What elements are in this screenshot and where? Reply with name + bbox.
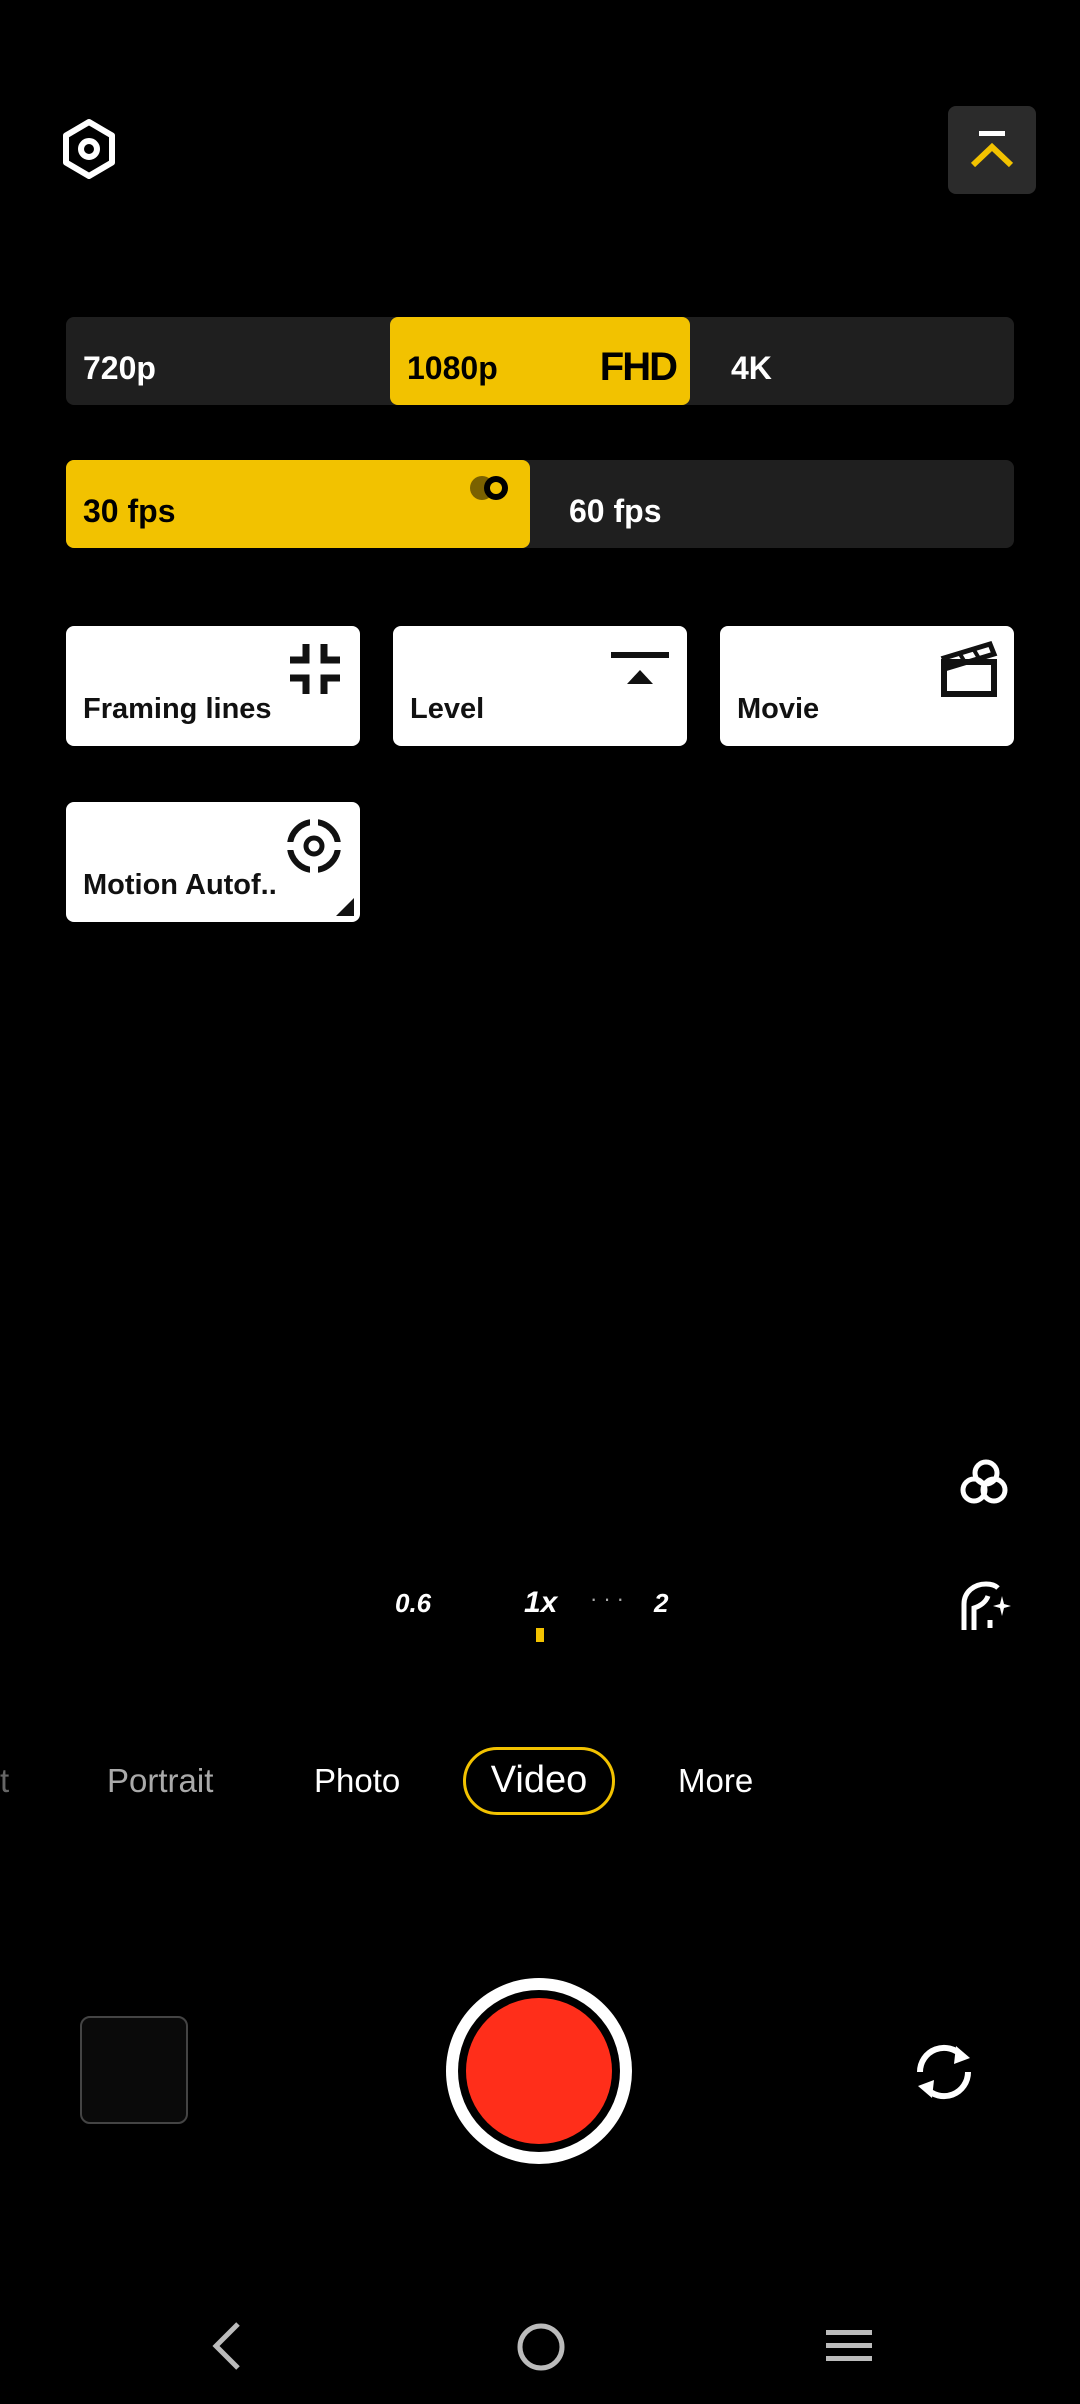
- fps-30[interactable]: 30 fps: [66, 460, 530, 548]
- settings-icon[interactable]: [58, 118, 120, 180]
- framerate-selector: 30 fps 60 fps: [66, 460, 1014, 548]
- motion-autofocus-toggle[interactable]: Motion Autof..: [66, 802, 360, 922]
- zoom-1x[interactable]: 1x: [524, 1586, 557, 1620]
- framing-lines-icon: [286, 640, 344, 703]
- collapse-panel-button[interactable]: [948, 106, 1036, 194]
- framing-lines-toggle[interactable]: Framing lines: [66, 626, 360, 746]
- resolution-selector: 720p 1080p FHD 4K: [66, 317, 1014, 405]
- mode-video[interactable]: Video: [463, 1747, 615, 1815]
- filters-icon[interactable]: [960, 1458, 1008, 1506]
- resolution-1080p-label: 1080p: [407, 350, 498, 386]
- level-toggle[interactable]: Level: [393, 626, 687, 746]
- expand-corner-indicator: [336, 898, 354, 916]
- mode-more[interactable]: More: [678, 1762, 753, 1800]
- nav-menu-icon[interactable]: [824, 2326, 874, 2366]
- motion-autofocus-icon: [284, 816, 344, 881]
- nav-home-icon[interactable]: [516, 2322, 566, 2372]
- level-icon: [609, 640, 671, 703]
- fps-30-label: 30 fps: [83, 493, 176, 529]
- switch-camera-icon[interactable]: [906, 2034, 982, 2110]
- resolution-4k[interactable]: 4K: [714, 317, 1014, 405]
- resolution-720p[interactable]: 720p: [66, 317, 388, 405]
- zoom-indicator: [536, 1628, 544, 1642]
- framing-lines-label: Framing lines: [83, 693, 272, 725]
- movie-toggle[interactable]: Movie: [720, 626, 1014, 746]
- resolution-4k-label: 4K: [731, 350, 772, 386]
- nav-back-icon[interactable]: [206, 2320, 252, 2372]
- fhd-badge: FHD: [599, 345, 678, 389]
- motion-autofocus-label: Motion Autof..: [83, 869, 277, 901]
- fps-ring-icon: [470, 476, 508, 500]
- mode-photo[interactable]: Photo: [314, 1762, 400, 1800]
- movie-label: Movie: [737, 693, 820, 725]
- resolution-1080p[interactable]: 1080p FHD: [390, 317, 690, 405]
- fps-60[interactable]: 60 fps: [552, 460, 852, 548]
- zoom-0.6[interactable]: 0.6: [395, 1588, 431, 1619]
- zoom-dots: ···: [590, 1586, 630, 1611]
- beauty-icon[interactable]: [958, 1580, 1012, 1634]
- record-button-core[interactable]: [466, 1998, 612, 2144]
- mode-video-label: Video: [490, 1759, 588, 1801]
- fps-60-label: 60 fps: [569, 493, 662, 529]
- mode-cut-off[interactable]: t: [0, 1762, 9, 1800]
- chevron-up-bar-icon: [970, 131, 1014, 168]
- zoom-2[interactable]: 2: [654, 1588, 668, 1619]
- clapperboard-icon: [940, 640, 998, 703]
- mode-portrait[interactable]: Portrait: [107, 1762, 213, 1800]
- resolution-720p-label: 720p: [83, 350, 156, 386]
- level-label: Level: [410, 693, 485, 725]
- gallery-thumbnail[interactable]: [80, 2016, 188, 2124]
